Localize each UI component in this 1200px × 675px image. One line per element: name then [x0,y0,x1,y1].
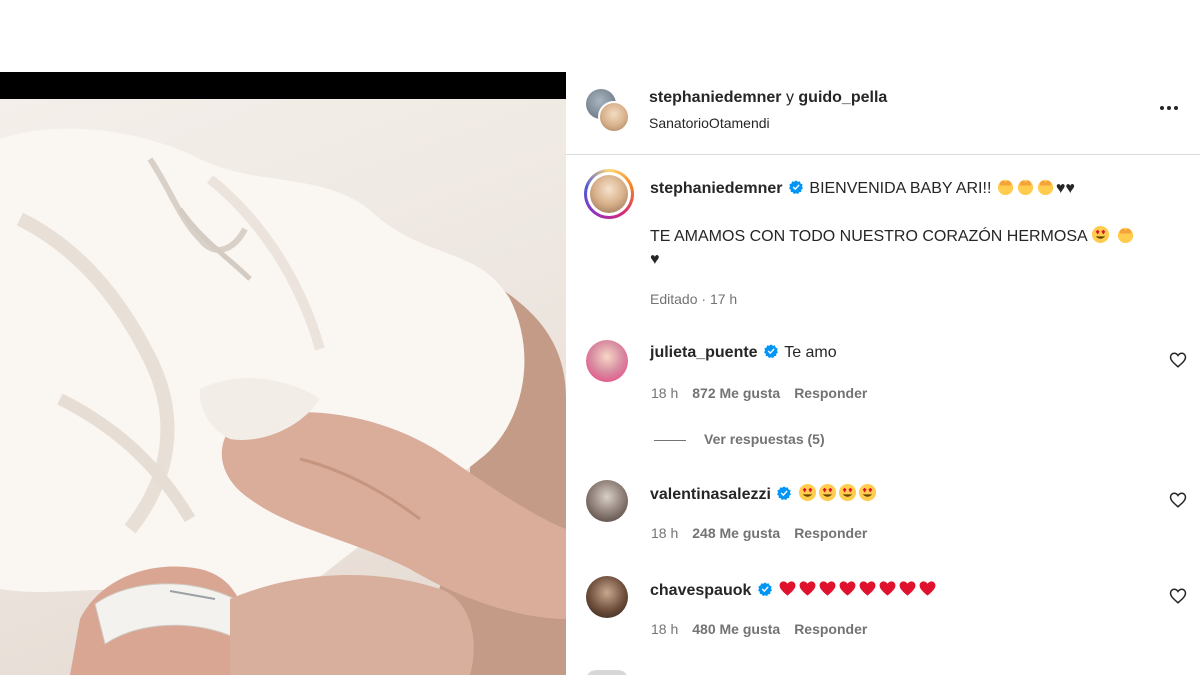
comment-likes[interactable]: 872 Me gusta [692,385,780,401]
verified-badge-icon [788,180,803,194]
more-options-button[interactable] [1154,96,1184,120]
edited-label: Editado [650,291,698,307]
heart-outline-icon[interactable] [1169,587,1187,605]
comment-avatar-julieta[interactable] [586,340,628,382]
comment-meta-3: 18 h 480 Me gusta Responder [651,621,867,637]
location-link[interactable]: SanatorioOtamendi [649,115,770,131]
caption-avatar [590,175,628,213]
more-dot [1174,106,1178,110]
post-media-panel [0,72,566,675]
heart-eyes-emoji-icon [818,483,836,502]
caption-text-1: BIENVENIDA BABY ARI!! [809,180,992,197]
comment-username[interactable]: chavespauok [650,582,751,599]
red-heart-emoji-icon [779,581,796,596]
heart-outline-icon[interactable] [1169,491,1187,509]
heart-eyes-emoji-icon [858,483,876,502]
red-heart-emoji-icon [919,581,936,596]
comment-row-3: chavespauok [650,579,938,602]
caption-line-2: TE AMAMOS CON TODO NUESTRO CORAZÓN HERMO… [650,225,1136,248]
red-hearts-emoji-group [778,581,938,599]
replies-line [654,439,686,441]
comment-username[interactable]: julieta_puente [650,344,758,361]
comment-meta-1: 18 h 872 Me gusta Responder [651,385,867,401]
caption-meta: Editado · 17 h [650,291,737,307]
heart-outline-icon[interactable] [1169,351,1187,369]
more-dot [1167,106,1171,110]
comment-avatar-next[interactable] [586,670,628,675]
avatar-stephanie [598,101,630,133]
caption-text-2: TE AMAMOS CON TODO NUESTRO CORAZÓN HERMO… [650,228,1087,245]
hands-emoji-icon [997,179,1013,196]
post-header: stephaniedemner y guido_pella SanatorioO… [566,72,1200,155]
verified-badge-icon [757,582,772,596]
heart-eyes-emoji-icon [798,483,816,502]
author-link-2[interactable]: guido_pella [798,89,887,106]
hands-emoji-icon [1037,179,1053,196]
heart-eyes-emoji-icon [1092,225,1110,244]
photo-illustration [0,128,566,675]
caption-username[interactable]: stephaniedemner [650,180,782,197]
comment-meta-2: 18 h 248 Me gusta Responder [651,525,867,541]
comment-text: Te amo [784,344,837,361]
comment-avatar-chaves[interactable] [586,576,628,618]
more-horizontal-icon [1160,106,1164,110]
comment-avatar-valentina[interactable] [586,480,628,522]
comment-time[interactable]: 18 h [651,525,678,541]
red-heart-emoji-icon [859,581,876,596]
heart-eyes-emoji-icon [838,483,856,502]
view-replies-label: Ver respuestas (5) [704,431,825,447]
red-heart-emoji-icon [879,581,896,596]
red-heart-emoji-icon [839,581,856,596]
comment-time[interactable]: 18 h [651,385,678,401]
comment-username[interactable]: valentinasalezzi [650,486,771,503]
author-link-1[interactable]: stephaniedemner [649,89,781,106]
verified-badge-icon [764,344,779,358]
post-sidebar: stephaniedemner y guido_pella SanatorioO… [566,72,1200,675]
reply-button[interactable]: Responder [794,385,867,401]
red-heart-emoji-icon [819,581,836,596]
verified-badge-icon [777,486,792,500]
reply-button[interactable]: Responder [794,525,867,541]
caption-hearts: ♥♥ [1055,180,1075,197]
red-heart-emoji-icon [799,581,816,596]
caption-time[interactable]: 17 h [710,291,737,307]
caption-line-1: stephaniedemner BIENVENIDA BABY ARI!! ♥♥ [650,177,1075,200]
author-connector: y [785,89,794,106]
caption-avatar-story-ring[interactable] [584,169,634,219]
reply-button[interactable]: Responder [794,621,867,637]
comment-likes[interactable]: 480 Me gusta [692,621,780,637]
comment-likes[interactable]: 248 Me gusta [692,525,780,541]
post-photo-newborn[interactable] [0,99,566,675]
post-authors: stephaniedemner y guido_pella [649,89,887,107]
hands-emoji-icon [1117,227,1133,244]
meta-separator: · [701,291,707,307]
red-heart-emoji-icon [899,581,916,596]
view-replies-button[interactable]: Ver respuestas (5) [654,431,825,447]
caption-line-3: ♥ [650,251,660,268]
comment-row-2: valentinasalezzi [650,483,878,506]
comment-time[interactable]: 18 h [651,621,678,637]
collab-avatars[interactable] [586,89,630,133]
comment-row-1: julieta_puente Te amo [650,342,837,364]
hands-emoji-icon [1017,179,1033,196]
